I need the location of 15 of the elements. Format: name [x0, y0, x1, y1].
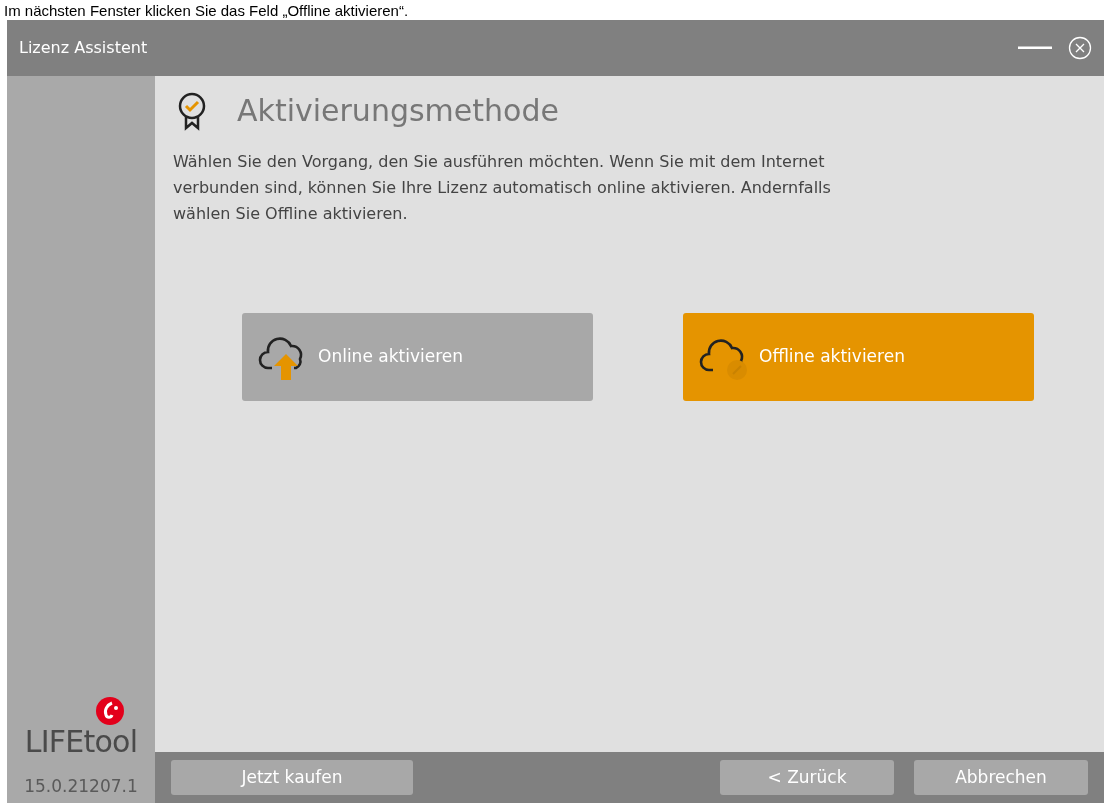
award-badge-icon	[177, 90, 207, 131]
caption-text: Im nächsten Fenster klicken Sie das Feld „Offline aktivieren“.	[4, 2, 409, 20]
footer-button[interactable]: Abbrechen	[914, 760, 1088, 795]
description-text: Wählen Sie den Vorgang, den Sie ausführen möchten. Wenn Sie mit dem Internet verbunden sind, können Sie Ihre Lizenz automatisch online aktivieren. Andernfalls wählen Sie Offline aktivieren.	[173, 151, 832, 225]
activation-option-button[interactable]: Online aktivieren	[242, 313, 593, 401]
logo-text: LIFEtool	[24, 725, 138, 758]
version-text: 15.0.21207.1	[24, 774, 138, 798]
activation-option-button[interactable]: Offline aktivieren	[683, 313, 1034, 401]
footer-button[interactable]: < Zurück	[720, 760, 894, 795]
window-title: Lizenz Assistent	[19, 37, 148, 59]
close-icon[interactable]	[1068, 36, 1092, 60]
logo-mark-icon	[95, 695, 126, 726]
minimize-icon[interactable]	[1018, 46, 1052, 50]
page-heading: Aktivierungsmethode	[237, 92, 559, 130]
footer-button[interactable]: Jetzt kaufen	[171, 760, 413, 795]
